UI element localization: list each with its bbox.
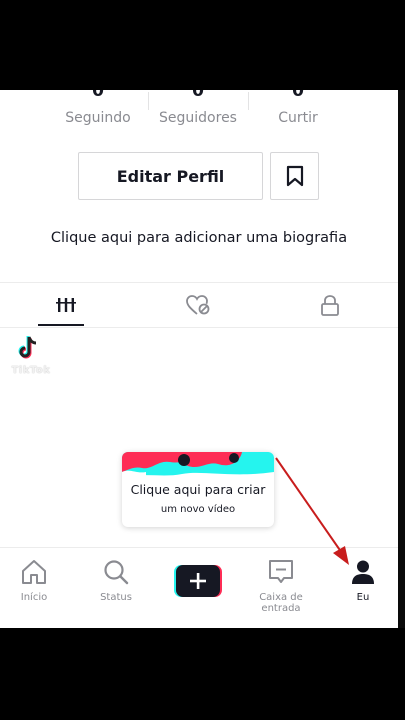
bookmark-icon — [286, 165, 303, 187]
liked-heart-icon — [186, 295, 210, 315]
inbox-icon — [269, 560, 293, 583]
tab-videos[interactable] — [0, 283, 132, 327]
create-plus-icon[interactable] — [174, 565, 222, 597]
nav-discover[interactable]: Status — [76, 548, 156, 628]
nav-label: Eu — [356, 592, 370, 603]
profile-tabs — [0, 282, 398, 328]
stat-value: 0 — [292, 90, 304, 101]
nav-label: Início — [20, 592, 48, 603]
tooltip-banner — [122, 452, 274, 478]
create-video-tooltip[interactable]: Clique aqui para criar um novo vídeo — [122, 452, 274, 527]
tooltip-line-2: um novo vídeo — [160, 504, 236, 515]
tiktok-logo-icon — [18, 336, 37, 359]
tab-liked[interactable] — [132, 283, 264, 327]
search-icon — [104, 560, 129, 585]
lock-icon — [321, 295, 339, 316]
bio-placeholder[interactable]: Clique aqui para adicionar uma biografia — [0, 230, 398, 246]
favorites-button[interactable] — [270, 152, 319, 200]
nav-home[interactable]: Início — [0, 548, 74, 628]
screen-edge — [398, 90, 405, 628]
tiktok-watermark: TikTok — [6, 333, 56, 376]
watermark-text: TikTok — [11, 365, 51, 376]
profile-stats: 0 Seguindo 0 Seguidores 0 Curtir — [0, 90, 398, 132]
nav-label: Status — [100, 592, 132, 603]
stat-label: Seguidores — [159, 110, 237, 126]
home-icon — [22, 560, 46, 584]
nav-inbox[interactable]: Caixa de entrada — [241, 548, 321, 628]
profile-icon — [352, 560, 374, 584]
edit-profile-button[interactable]: Editar Perfil — [78, 152, 263, 200]
stat-value: 0 — [192, 90, 204, 101]
stat-label: Curtir — [278, 110, 318, 126]
tab-private[interactable] — [264, 283, 396, 327]
bottom-navigation: Início Status Caixa de entrada Eu — [0, 547, 398, 628]
stat-value: 0 — [92, 90, 104, 101]
app-screen: 0 Seguindo 0 Seguidores 0 Curtir Editar … — [0, 90, 398, 628]
grid-icon — [56, 298, 76, 312]
active-tab-indicator — [38, 324, 84, 326]
nav-label: Caixa de entrada — [259, 592, 303, 614]
stat-label: Seguindo — [65, 110, 131, 126]
nav-profile[interactable]: Eu — [323, 548, 398, 628]
tooltip-line-1: Clique aqui para criar — [130, 482, 266, 497]
